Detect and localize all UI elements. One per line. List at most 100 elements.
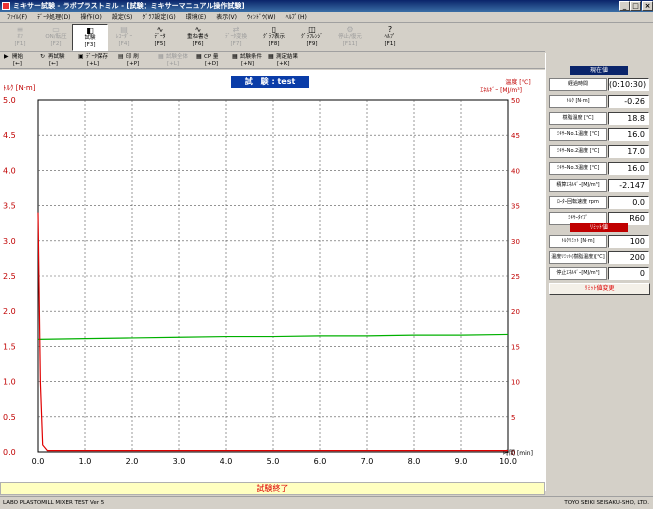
y-tick-label-right: 25	[511, 273, 520, 281]
toolbar-icon-5: ∿	[194, 25, 202, 34]
toolbar-button-2[interactable]: ◧ 試験 [F3]	[72, 24, 108, 51]
toolbar-button-9[interactable]: ⚙ 停止/復元 [F11]	[332, 24, 368, 51]
toolbar-icon-7: ▯	[271, 25, 277, 34]
limit-change-button[interactable]: ﾘﾐｯﾄ値変更	[549, 283, 650, 295]
window-title: ミキサー試験 - ラボプラストミル - [試験：ミキサーマニュアル操作試験]	[13, 2, 245, 10]
limit-value-label: 停止ｴﾈﾙｷﾞｰ[MJ/m³]	[549, 267, 607, 280]
current-values-header: 現在値	[570, 66, 628, 75]
menu-item-8[interactable]: ﾍﾙﾌﾟ(H)	[281, 12, 312, 23]
test-status-box: 試験終了	[0, 482, 545, 495]
toolbar-button-1[interactable]: ▭ ON/転圧 [F2]	[38, 24, 74, 51]
toolbar2-button-6[interactable]: ▦ 試験条件 [+N]	[232, 54, 262, 68]
current-value-value: 16.0	[608, 162, 649, 175]
current-value-row: 経過時間 (0:10:30)	[546, 77, 650, 92]
y-tick-label-left: 4.0	[3, 166, 16, 175]
toolbar-button-3[interactable]: ▤ ﾚｺｰﾀﾞｰ [F4]	[106, 24, 142, 51]
toolbar-icon-9: ⚙	[346, 25, 354, 34]
y-tick-label-right: 35	[511, 203, 520, 211]
toolbar-icon-0: ≡	[16, 25, 24, 34]
y-tick-label-left: 1.5	[3, 342, 16, 351]
y-tick-label-right: 15	[511, 343, 520, 351]
limit-value-value: 100	[608, 235, 649, 248]
toolbar-label-9: 停止/復元	[338, 34, 362, 40]
toolbar2-button-3[interactable]: ▤ 印 刷 [+P]	[118, 54, 139, 68]
limit-values-header: ﾘﾐｯﾄ値	[570, 223, 628, 232]
y-tick-label-left: 3.0	[3, 237, 16, 246]
toolbar2-icon-5: ▦	[196, 53, 202, 60]
toolbar-fkey-1: [F2]	[50, 41, 62, 47]
current-value-value: -2.147	[608, 178, 649, 192]
current-value-label: 積算ｴﾈﾙｷﾞｰ[MJ/m³]	[549, 178, 607, 192]
toolbar-fkey-9: [F11]	[342, 41, 358, 47]
menu-item-0[interactable]: ﾌｧｲﾙ(F)	[2, 12, 32, 23]
limit-value-value: 0	[608, 267, 649, 280]
current-value-row: ﾛｰﾀｰ回転速度 rpm 0.0	[546, 195, 650, 210]
menu-item-7[interactable]: ｳｨﾝﾄﾞｳ(W)	[242, 12, 281, 23]
limit-value-row: ﾄﾙｸﾘﾐｯﾄ [N·m] 100	[546, 234, 650, 249]
toolbar-icon-3: ▤	[120, 25, 128, 34]
current-value-value: 17.0	[608, 145, 649, 159]
y-tick-label-left: 0.0	[3, 448, 16, 457]
toolbar-label-4: ﾃﾞｰﾀ	[154, 34, 166, 40]
toolbar-label-2: 試験	[84, 35, 96, 41]
toolbar2-label-4: 試験全体	[166, 54, 189, 60]
close-button[interactable]: ×	[642, 1, 653, 11]
toolbar2-icon-3: ▤	[118, 53, 124, 60]
current-value-label: ﾛｰﾀｰ回転速度 rpm	[549, 195, 607, 209]
toolbar-fkey-0: [F1]	[14, 41, 26, 47]
current-value-label: 経過時間	[549, 78, 607, 91]
toolbar-icon-6: ⇄	[232, 25, 240, 34]
toolbar-button-6[interactable]: ⇄ ﾃﾞｰﾀ変換 [F7]	[218, 24, 254, 51]
toolbar-label-6: ﾃﾞｰﾀ変換	[224, 34, 247, 40]
current-value-row: 積算ｴﾈﾙｷﾞｰ[MJ/m³] -2.147	[546, 178, 650, 193]
toolbar-button-10[interactable]: ? ﾍﾙﾌﾟ [F1]	[372, 24, 408, 51]
toolbar2-button-0[interactable]: ▶ 開始 [←]	[4, 54, 23, 68]
toolbar2-button-7[interactable]: ▦ 測定結果 [+K]	[268, 54, 298, 68]
menu-item-3[interactable]: 設定(S)	[107, 12, 138, 23]
toolbar2-label-2: ﾃﾞｰﾀ保存	[86, 54, 109, 60]
y-axis-label-left: ﾄﾙｸ [N·m]	[3, 84, 36, 92]
toolbar-label-0: ｵﾌ	[17, 34, 23, 40]
toolbar2-fkey-2: [+L]	[87, 61, 99, 67]
x-tick-label: 0.0	[32, 457, 45, 466]
current-value-row: ﾐｷｻｰNo.2温度 [℃] 17.0	[546, 144, 650, 159]
toolbar-button-8[interactable]: ◫ ｸﾞﾗﾌﾚﾝｼﾞ [F9]	[294, 24, 330, 51]
toolbar2-button-4[interactable]: ▦ 試験全体 [+L]	[158, 54, 188, 68]
limit-value-label: ﾄﾙｸﾘﾐｯﾄ [N·m]	[549, 235, 607, 248]
main-toolbar: ≡ ｵﾌ [F1] ▭ ON/転圧 [F2] ◧ 試験 [F3] ▤ ﾚｺｰﾀﾞｰ [F4] ∿ ﾃﾞｰﾀ…	[0, 23, 545, 52]
x-tick-label: 2.0	[126, 457, 139, 466]
toolbar2-fkey-7: [+K]	[277, 61, 290, 67]
current-value-label: ﾐｷｻｰNo.3温度 [℃]	[549, 162, 607, 175]
current-value-label: 樹脂温度 [℃]	[549, 111, 607, 125]
menu-item-6[interactable]: 表示(V)	[211, 12, 242, 23]
x-tick-label: 1.0	[79, 457, 92, 466]
menu-item-4[interactable]: ｸﾞﾗﾌ設定(G)	[137, 12, 180, 23]
y-tick-label-left: 0.5	[3, 413, 16, 422]
toolbar-fkey-7: [F8]	[268, 41, 280, 47]
toolbar-button-4[interactable]: ∿ ﾃﾞｰﾀ [F5]	[142, 24, 178, 51]
toolbar2-button-5[interactable]: ▦ CP 量 [+D]	[196, 54, 218, 68]
maximize-button[interactable]: □	[630, 1, 641, 11]
y-tick-label-right: 5	[511, 414, 515, 422]
graph-area: 0.0 1.0 2.0 3.0 4.0 5.0 6.0 7.0 8.0 9.0 10.0 0.0 0.5…	[0, 70, 545, 482]
toolbar-fkey-10: [F1]	[384, 41, 396, 47]
y-tick-label-right: 30	[511, 238, 520, 246]
minimize-button[interactable]: _	[619, 1, 630, 11]
toolbar-button-0[interactable]: ≡ ｵﾌ [F1]	[2, 24, 38, 51]
toolbar2-button-2[interactable]: ▣ ﾃﾞｰﾀ保存 [+L]	[78, 54, 108, 68]
toolbar-button-5[interactable]: ∿ 重ね書き [F6]	[180, 24, 216, 51]
title-bar: ミキサー試験 - ラボプラストミル - [試験：ミキサーマニュアル操作試験] _…	[0, 0, 653, 12]
toolbar2-button-1[interactable]: ↻ 再試験 [←]	[40, 54, 65, 68]
limit-value-row: 温度ﾘﾐｯﾄ(樹脂温度)[℃] 200	[546, 250, 650, 265]
x-tick-label: 10.0	[499, 457, 517, 466]
toolbar-icon-4: ∿	[156, 25, 164, 34]
toolbar-button-7[interactable]: ▯ ｸﾞﾗﾌ表示 [F8]	[256, 24, 292, 51]
status-app-version: LABO PLASTOMILL MIXER TEST Ver 5	[3, 500, 105, 506]
menu-item-5[interactable]: 環境(E)	[181, 12, 211, 23]
current-value-value: (0:10:30)	[608, 78, 649, 91]
y-tick-label-right: 50	[511, 97, 520, 105]
menu-item-1[interactable]: ﾃﾞｰﾀ処理(D)	[32, 12, 75, 23]
toolbar2-icon-2: ▣	[78, 53, 84, 60]
menu-item-2[interactable]: 操作(O)	[75, 12, 106, 23]
y-tick-label-right: 20	[511, 308, 520, 316]
